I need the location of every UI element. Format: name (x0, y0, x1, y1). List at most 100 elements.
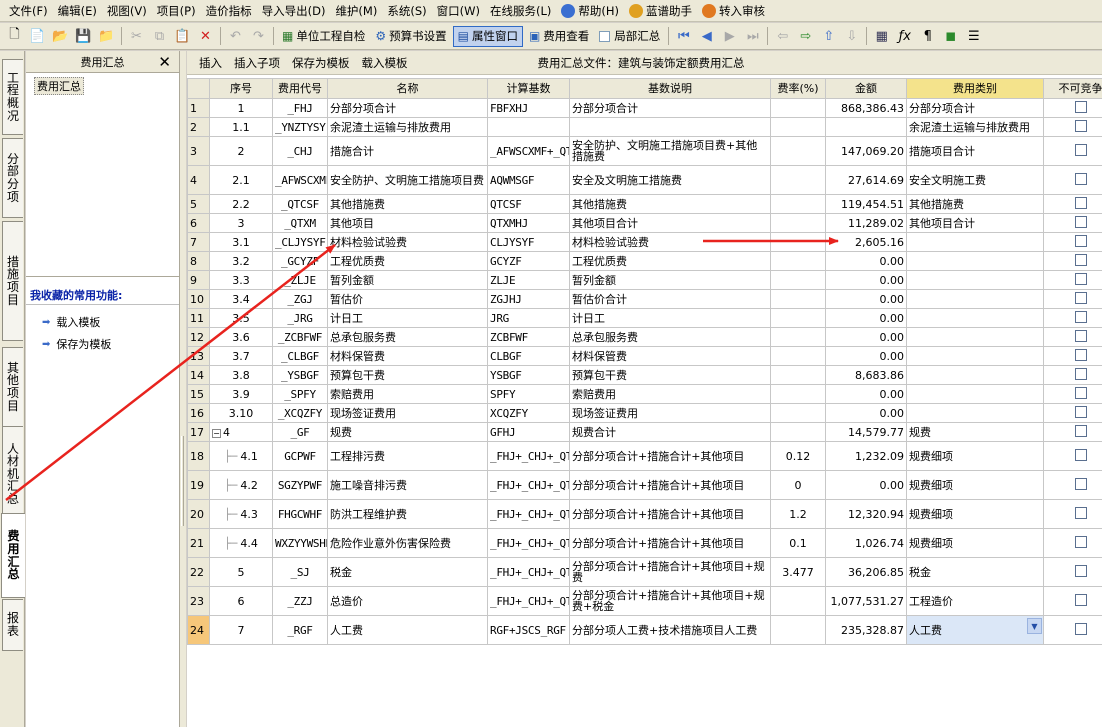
cell-desc[interactable]: 暂列金额 (569, 270, 771, 290)
cell-seq[interactable]: −4 (209, 422, 273, 442)
cell-code[interactable]: _SJ (272, 557, 328, 587)
cell-code[interactable]: WXZYYWSHBXF (272, 528, 328, 558)
panel-splitter[interactable] (180, 51, 186, 727)
cell-desc[interactable]: 计日工 (569, 308, 771, 328)
row-number[interactable]: 11 (187, 308, 210, 328)
noncompetitive-checkbox[interactable] (1074, 292, 1087, 304)
cell-name[interactable]: 材料检验试验费 (327, 232, 488, 252)
paragraph-icon[interactable]: ¶ (917, 26, 938, 47)
cell-category[interactable] (906, 232, 1044, 252)
noncompetitive-checkbox[interactable] (1074, 197, 1087, 209)
cell-seq[interactable]: ├─ 4.3 (209, 499, 273, 529)
table-row[interactable]: 21├─4.4WXZYYWSHBXF危险作业意外伤害保险费_FHJ+_CHJ+_… (187, 528, 1102, 558)
menu-item-11[interactable]: 蓝谱助手 (624, 1, 697, 21)
tab-5[interactable]: 费用汇总 (1, 513, 25, 598)
cell-rate[interactable] (770, 403, 826, 423)
cell-category[interactable]: 规费细项 (906, 499, 1044, 529)
cell-code[interactable]: _CLBGF (272, 346, 328, 366)
table-row[interactable]: 16 3.10 _XCQZFY 现场签证费用 XCQZFY 现场签证费用 0.00 (187, 403, 1102, 423)
menu-item-5[interactable]: 导入导出(D) (257, 1, 331, 21)
cell-amount[interactable] (825, 117, 907, 137)
cell-amount[interactable]: 0.00 (825, 289, 907, 309)
cell-name[interactable]: 安全防护、文明施工措施项目费 (327, 165, 488, 195)
cell-desc[interactable]: 预算包干费 (569, 365, 771, 385)
cell-base[interactable]: _FHJ+_CHJ+_QTXM (487, 441, 570, 471)
cell-desc[interactable]: 分部分项合计+措施合计+其他项目 (569, 441, 771, 471)
paste-icon[interactable]: 📋 (172, 26, 193, 47)
cell-code[interactable]: _FHJ (272, 98, 328, 118)
column-header-1[interactable]: 序号 (209, 78, 273, 99)
cell-category[interactable]: 分部分项合计 (906, 98, 1044, 118)
row-number[interactable]: 16 (187, 403, 210, 423)
cell-seq[interactable]: 3.8 (209, 365, 273, 385)
menu-item-7[interactable]: 系统(S) (382, 1, 431, 21)
cell-rate[interactable] (770, 422, 826, 442)
cell-name[interactable]: 总承包服务费 (327, 327, 488, 347)
noncompetitive-checkbox[interactable] (1074, 120, 1087, 132)
cell-base[interactable]: CLBGF (487, 346, 570, 366)
table-row[interactable]: 20 ├─4.3 FHGCWHF 防洪工程维护费 _FHJ+_CHJ+_QTXM分部分项… (187, 499, 1102, 529)
table-row[interactable]: 18 ├─4.1 GCPWF 工程排污费 _FHJ+_CHJ+_QTXM分部分项合计+措… (187, 441, 1102, 471)
cell-desc[interactable]: 索赔费用 (569, 384, 771, 404)
cell-rate[interactable] (770, 615, 826, 645)
table-row[interactable]: 15 3.9 _SPFY 索赔费用 SPFY 索赔费用 0.00 (187, 384, 1102, 404)
load-template-button[interactable]: 载入模板 (356, 55, 414, 71)
partial-summary-checkbox[interactable] (599, 30, 611, 42)
cell-seq[interactable]: 2.1 (209, 165, 273, 195)
cell-seq[interactable]: 1.1 (209, 117, 273, 137)
row-number[interactable]: 24 (187, 615, 210, 645)
row-number[interactable]: 10 (187, 289, 210, 309)
cell-desc[interactable]: 总承包服务费 (569, 327, 771, 347)
cell-seq[interactable]: 2.2 (209, 194, 273, 214)
cell-name[interactable]: 总造价 (327, 586, 488, 616)
cell-name[interactable]: 余泥渣土运输与排放费用 (327, 117, 488, 137)
cell-category[interactable]: 规费 (906, 422, 1044, 442)
cell-amount[interactable]: 0.00 (825, 251, 907, 271)
cell-desc[interactable]: 分部分项合计+措施合计+其他项目+规费 (569, 557, 771, 587)
cell-amount[interactable]: 11,289.02 (825, 213, 907, 233)
cell-base[interactable]: _AFWSCXMF+_QTCSF (487, 136, 570, 166)
cell-desc[interactable]: 安全防护、文明施工措施项目费+其他措施费 (569, 136, 771, 166)
menu-item-9[interactable]: 在线服务(L) (485, 1, 556, 21)
cell-name[interactable]: 其他措施费 (327, 194, 488, 214)
table-row[interactable]: 22 5 _SJ 税金 _FHJ+_CHJ+_QTXM+_GF分部分项合计+措施合计+其… (187, 557, 1102, 587)
move-left-icon[interactable]: ⇦ (772, 26, 793, 47)
row-number[interactable]: 19 (187, 470, 210, 500)
prev-icon[interactable]: ◀ (696, 26, 717, 47)
row-number[interactable]: 13 (187, 346, 210, 366)
cell-amount[interactable]: 147,069.20 (825, 136, 907, 166)
cell-desc[interactable]: 工程优质费 (569, 251, 771, 271)
cell-name[interactable]: 施工噪音排污费 (327, 470, 488, 500)
table-row[interactable]: 5 2.2 _QTCSF 其他措施费 QTCSF 其他措施费 119,454.51 其他措施费 (187, 194, 1102, 214)
cell-category[interactable]: 其他项目合计 (906, 213, 1044, 233)
table-row[interactable]: 3 2 _CHJ 措施合计 _AFWSCXMF+_QTCSF安全防护、文明施工措施项目费… (187, 136, 1102, 166)
menu-item-4[interactable]: 造价指标 (201, 1, 257, 21)
cell-desc[interactable]: 材料保管费 (569, 346, 771, 366)
cell-amount[interactable]: 14,579.77 (825, 422, 907, 442)
noncompetitive-checkbox[interactable] (1074, 623, 1087, 635)
cell-code[interactable]: _JRG (272, 308, 328, 328)
move-up-icon[interactable]: ⇧ (818, 26, 839, 47)
cell-base[interactable]: _FHJ+_CHJ+_QTXM (487, 528, 570, 558)
cell-amount[interactable]: 2,605.16 (825, 232, 907, 252)
column-header-6[interactable]: 费率(%) (770, 78, 826, 99)
cell-name[interactable]: 其他项目 (327, 213, 488, 233)
cell-code[interactable]: _GF (272, 422, 328, 442)
cell-amount[interactable]: 0.00 (825, 308, 907, 328)
cell-desc[interactable]: 暂估价合计 (569, 289, 771, 309)
cell-name[interactable]: 税金 (327, 557, 488, 587)
cell-code[interactable]: SGZYPWF (272, 470, 328, 500)
cell-base[interactable]: JRG (487, 308, 570, 328)
cell-desc[interactable]: 材料检验试验费 (569, 232, 771, 252)
cell-desc[interactable]: 分部分项合计+措施合计+其他项目+规费+税金 (569, 586, 771, 616)
cell-rate[interactable] (770, 270, 826, 290)
menu-item-6[interactable]: 维护(M) (330, 1, 382, 21)
cell-base[interactable]: _FHJ+_CHJ+_QTXM+_GF+_SJ (487, 586, 570, 616)
row-number[interactable]: 17 (187, 422, 210, 442)
menu-item-3[interactable]: 项目(P) (152, 1, 201, 21)
noncompetitive-checkbox[interactable] (1074, 235, 1087, 247)
cell-category[interactable]: 规费细项 (906, 441, 1044, 471)
cell-name[interactable]: 工程排污费 (327, 441, 488, 471)
cell-base[interactable]: QTCSF (487, 194, 570, 214)
table-row[interactable]: 7 3.1 _CLJYSYF 材料检验试验费 CLJYSYF 材料检验试验费 2,605.1… (187, 232, 1102, 252)
